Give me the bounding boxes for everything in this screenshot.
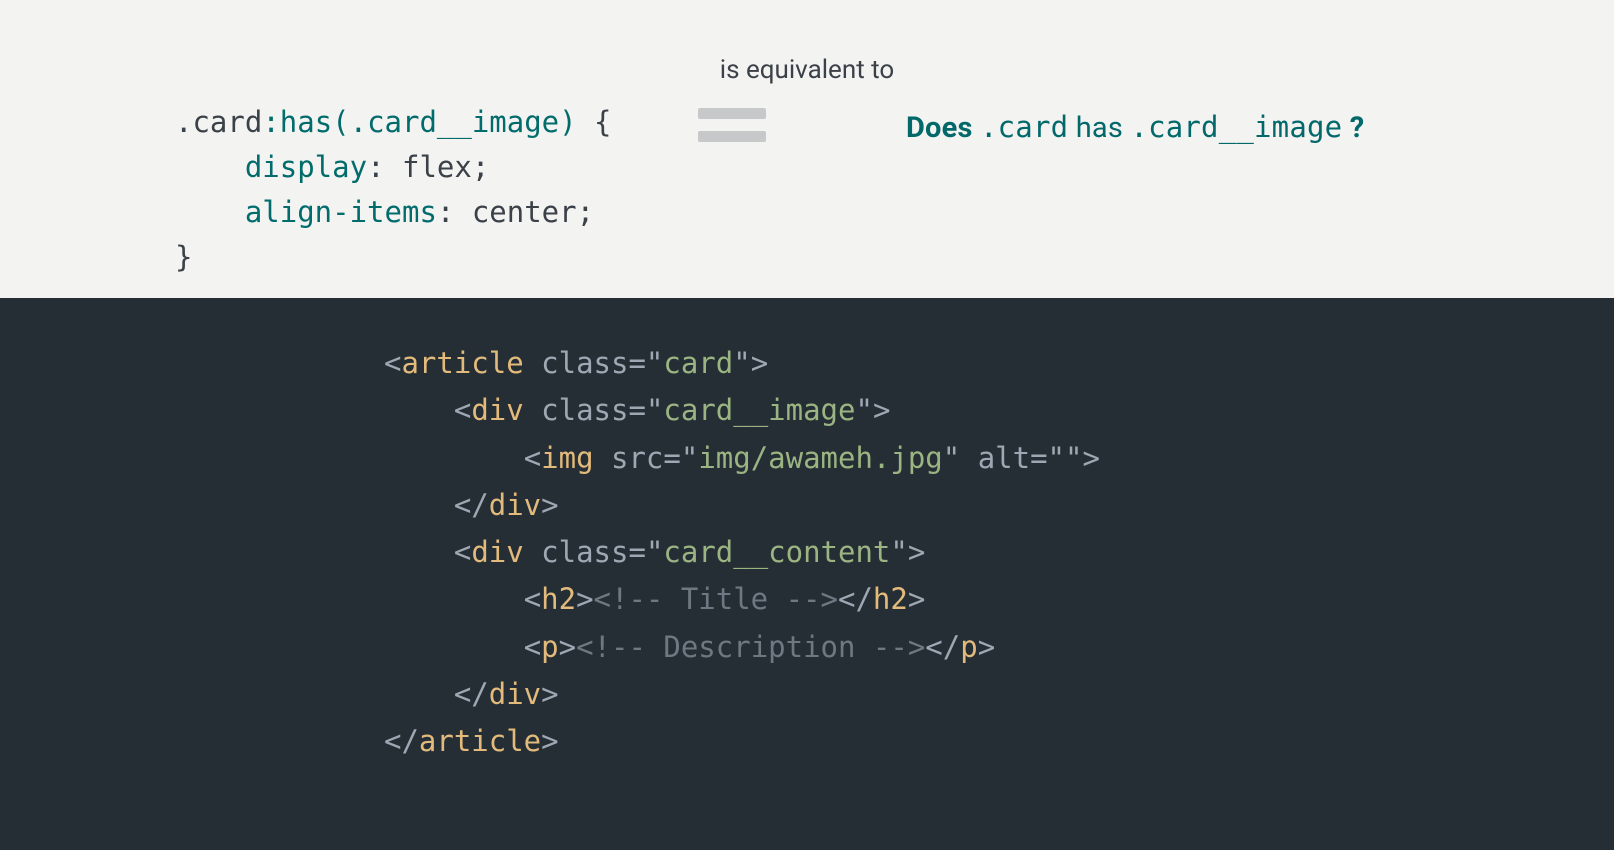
tag-p: p: [541, 630, 558, 664]
css-value-flex: : flex;: [367, 150, 489, 184]
indent: [384, 488, 454, 522]
equals-icon: [698, 108, 766, 142]
angle-close: >: [1082, 441, 1099, 475]
angle-close: >: [576, 582, 593, 616]
tag-p-close: p: [960, 630, 977, 664]
attr-class: class=: [541, 346, 646, 380]
angle-open: </: [454, 677, 489, 711]
comment-description: <!-- Description -->: [576, 630, 925, 664]
space: [524, 393, 541, 427]
css-brace-close: }: [175, 240, 192, 274]
attr-class: class=: [541, 535, 646, 569]
attr-class: class=: [541, 393, 646, 427]
indent: [175, 195, 245, 229]
tag-div-close: div: [489, 677, 541, 711]
quote: ": [943, 441, 960, 475]
angle-open: </: [454, 488, 489, 522]
css-has-clause: :has(.card__image): [262, 105, 576, 139]
val-card-image: card__image: [663, 393, 855, 427]
quote: ": [733, 346, 750, 380]
css-brace-open: {: [577, 105, 612, 139]
angle-open: <: [454, 535, 471, 569]
space: [524, 346, 541, 380]
question-does: Does: [906, 111, 980, 145]
question-card-image: .card__image: [1130, 110, 1342, 144]
val-card: card: [663, 346, 733, 380]
indent: [384, 441, 524, 475]
angle-open: <: [384, 346, 401, 380]
angle-open: </: [384, 724, 419, 758]
css-prop-display: display: [245, 150, 367, 184]
angle-close: >: [908, 582, 925, 616]
indent: [384, 393, 454, 427]
css-selector-card: .card: [175, 105, 262, 139]
tag-div-close: div: [489, 488, 541, 522]
indent: [384, 535, 454, 569]
indent: [384, 630, 524, 664]
css-value-center: : center;: [437, 195, 594, 229]
angle-open: <: [524, 630, 541, 664]
quote: ": [681, 441, 698, 475]
css-prop-align: align-items: [245, 195, 437, 229]
space: [524, 535, 541, 569]
comment-title: <!-- Title -->: [594, 582, 838, 616]
space: [594, 441, 611, 475]
angle-close: >: [751, 346, 768, 380]
angle-open: <: [454, 393, 471, 427]
val-src: img/awameh.jpg: [698, 441, 942, 475]
space: [960, 441, 977, 475]
question-mark: ?: [1342, 111, 1364, 145]
angle-open: <: [524, 582, 541, 616]
tag-h2: h2: [541, 582, 576, 616]
angle-close: >: [541, 677, 558, 711]
tag-article-close: article: [419, 724, 541, 758]
indent: [175, 150, 245, 184]
quote: ": [646, 346, 663, 380]
angle-close: >: [541, 724, 558, 758]
quote: ": [646, 535, 663, 569]
html-code-block: <article class="card"> <div class="card_…: [384, 340, 1614, 765]
question-card: .card: [980, 110, 1068, 144]
angle-close: >: [873, 393, 890, 427]
quote: ": [855, 393, 872, 427]
top-panel: is equivalent to .card:has(.card__image)…: [0, 0, 1614, 298]
tag-article: article: [401, 346, 523, 380]
angle-close: >: [559, 630, 576, 664]
angle-close: >: [978, 630, 995, 664]
html-code-panel: <article class="card"> <div class="card_…: [0, 298, 1614, 850]
val-card-content: card__content: [663, 535, 890, 569]
angle-open: </: [838, 582, 873, 616]
angle-close: >: [908, 535, 925, 569]
quote: ": [890, 535, 907, 569]
attr-alt: alt=: [978, 441, 1048, 475]
tag-h2-close: h2: [873, 582, 908, 616]
indent: [384, 582, 524, 616]
angle-open: <: [524, 441, 541, 475]
attr-src: src=: [611, 441, 681, 475]
angle-close: >: [541, 488, 558, 522]
quote: ": [646, 393, 663, 427]
indent: [384, 677, 454, 711]
question-text: Does .card has .card__image ?: [906, 105, 1364, 151]
tag-div: div: [471, 535, 523, 569]
quote: ": [1048, 441, 1065, 475]
quote: ": [1065, 441, 1082, 475]
equivalence-label: is equivalent to: [0, 50, 1614, 90]
angle-open: </: [925, 630, 960, 664]
css-code-block: .card:has(.card__image) { display: flex;…: [175, 100, 612, 280]
tag-div: div: [471, 393, 523, 427]
tag-img: img: [541, 441, 593, 475]
question-has: has: [1068, 111, 1130, 145]
